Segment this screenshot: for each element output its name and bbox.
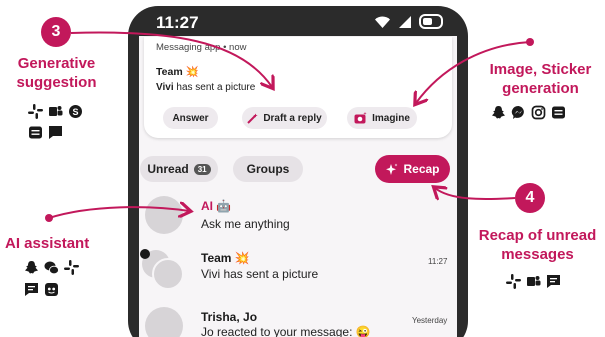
sparkle-icon (386, 163, 398, 175)
avatar (152, 258, 184, 290)
notification-sender: Vivi (156, 82, 174, 93)
chat-message: Jo reacted to your message: 😜 (201, 325, 371, 337)
filter-unread[interactable]: Unread 31 (140, 156, 218, 182)
notification-title: Team 💥 (156, 66, 199, 78)
chat-icon (25, 283, 38, 296)
wechat-icon (44, 261, 59, 275)
discord-icon (45, 283, 58, 296)
generative-app-icons: S (28, 104, 83, 119)
imagine-button[interactable]: Imagine (347, 107, 417, 129)
teams-icon (527, 276, 541, 286)
recap-label: Recap (403, 162, 440, 176)
magic-wand-icon (247, 113, 259, 124)
notification-text: has sent a picture (176, 82, 256, 93)
chat-name: Team 💥 (201, 251, 250, 265)
signal-icon (399, 15, 411, 28)
step-badge: 3 (41, 17, 71, 47)
title-line: generation (502, 80, 579, 97)
svg-text:S: S (72, 107, 78, 117)
chat-time: Yesterday (412, 316, 448, 325)
teams-icon (49, 106, 63, 116)
battery-icon (419, 14, 443, 29)
ai-assistant-title: AI assistant (5, 235, 90, 252)
ai-assistant-app-icons-row2 (24, 282, 59, 297)
title-line: Recap of unread (478, 227, 597, 244)
generative-suggestion-title: Generative suggestion (0, 54, 113, 92)
filter-unread-label: Unread (147, 162, 189, 176)
image-sticker-app-icons (491, 105, 566, 120)
status-time: 11:27 (156, 13, 199, 32)
ai-assistant-app-icons (24, 260, 79, 275)
filter-groups[interactable]: Groups (233, 156, 303, 182)
slack-icon (64, 260, 79, 275)
image-sticker-title: Image, Sticker generation (478, 60, 603, 98)
notification-app-line: Messaging app • now (156, 42, 247, 53)
recap-app-icons (506, 274, 561, 289)
imagine-label: Imagine (372, 112, 410, 124)
skype-icon: S (69, 105, 82, 118)
avatar (145, 196, 183, 234)
filter-groups-label: Groups (246, 162, 290, 176)
chat-message: Ask me anything (201, 217, 290, 231)
instagram-icon (531, 105, 546, 120)
notification-body: Vivi has sent a picture (156, 82, 255, 93)
answer-label: Answer (172, 112, 209, 124)
slack-icon (506, 274, 521, 289)
unread-dot (140, 249, 150, 259)
avatar (145, 307, 183, 337)
messages-icon (29, 126, 42, 139)
chat-message: Vivi has sent a picture (201, 267, 319, 281)
slack-icon (28, 104, 43, 119)
chat-name: AI 🤖 (201, 199, 232, 213)
recap-button[interactable]: Recap (375, 155, 450, 183)
title-line: Image, Sticker (489, 61, 592, 78)
title-line: suggestion (16, 74, 97, 91)
title-line: messages (501, 246, 574, 263)
chat-time: 11:27 (428, 257, 448, 266)
messenger-icon (511, 105, 524, 119)
unread-count-badge: 31 (193, 163, 211, 175)
camera-sparkle-icon (354, 112, 367, 124)
title-line: Generative (17, 55, 96, 72)
status-bar: 11:27 (151, 12, 451, 34)
chat-icon (547, 275, 560, 288)
step-badge: 4 (515, 183, 545, 213)
generative-app-icons-row2 (28, 125, 63, 140)
messages-icon (552, 106, 565, 119)
chat-icon (49, 126, 62, 139)
draft-reply-button[interactable]: Draft a reply (242, 107, 327, 129)
recap-title: Recap of unread messages (470, 226, 605, 264)
draft-reply-label: Draft a reply (263, 112, 322, 124)
notification-card[interactable]: Messaging app • now Team 💥 Vivi has sent… (144, 37, 452, 138)
wifi-icon (375, 16, 390, 28)
chat-name: Trisha, Jo (201, 310, 258, 324)
answer-button[interactable]: Answer (163, 107, 218, 129)
snapchat-icon (25, 261, 38, 274)
snapchat-icon (492, 106, 505, 119)
